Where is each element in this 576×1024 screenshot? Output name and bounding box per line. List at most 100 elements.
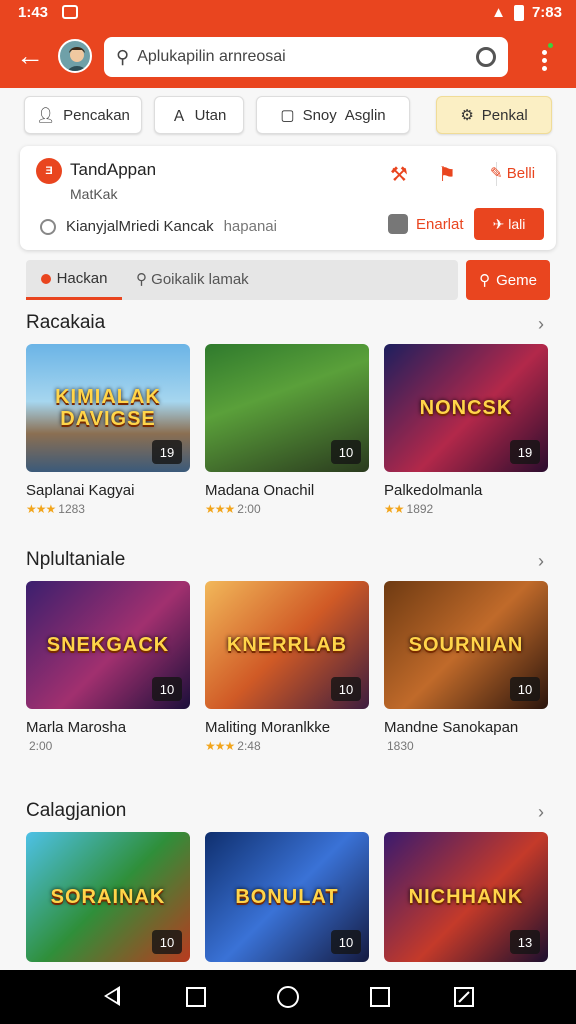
geme-label: Geme: [496, 271, 537, 289]
info-main: KianyjalMriedi Kancak: [66, 218, 214, 235]
avatar-face-icon: [67, 47, 87, 71]
enarlat-action[interactable]: Enarlat: [388, 214, 464, 234]
game-rating: ★★★ 2:00: [205, 502, 261, 516]
chip-pencakan[interactable]: 👤︎ Pencakan: [24, 96, 142, 134]
geme-button[interactable]: ⚲ Geme: [466, 260, 550, 300]
game-name: Marla Marosha: [26, 719, 127, 736]
info-muted: hapanai: [223, 218, 277, 235]
tab-hackan[interactable]: Hackan: [26, 260, 122, 300]
game-tile[interactable]: SORAINAK 10: [26, 832, 190, 962]
rating-value: 1283: [58, 502, 85, 516]
game-tile[interactable]: SNEKGACK 10: [26, 581, 190, 709]
chip-label: Penkal: [481, 106, 528, 124]
status-time-right: 7:83: [531, 4, 562, 21]
lali-label: lali: [508, 216, 526, 232]
rating-value: 1892: [406, 502, 434, 516]
avatar[interactable]: [58, 39, 92, 73]
tab-label: Hackan: [56, 270, 108, 287]
home-icon[interactable]: [277, 986, 299, 1008]
search-icon: ⚲: [116, 46, 130, 67]
app-subtitle: MatKak: [70, 186, 118, 202]
enarlat-label: Enarlat: [416, 215, 464, 233]
pin-icon: [40, 273, 51, 284]
game-badge: 10: [331, 440, 361, 464]
game-tile[interactable]: NONCSK 19: [384, 344, 548, 472]
game-badge: 10: [331, 930, 361, 954]
recents-icon[interactable]: [186, 987, 206, 1007]
box-icon: ▢: [280, 107, 295, 124]
game-tile[interactable]: BONULAT 10: [205, 832, 369, 962]
game-tile[interactable]: 10: [205, 344, 369, 472]
game-name: Palkedolmanla: [384, 482, 483, 499]
rating-value: 2:00: [237, 502, 261, 516]
game-rating: ★★ 1892: [384, 502, 433, 516]
game-tile[interactable]: KIMIALAK DAVIGSE 19: [26, 344, 190, 472]
game-badge: 10: [152, 930, 182, 954]
filter-search-input[interactable]: ⚲ Goikalik lamak: [136, 270, 249, 288]
chip-penkal[interactable]: ⚙ Penkal: [436, 96, 552, 134]
app-card: Ǝ TandAppan MatKak ⚒ ⚑ ✎ Belli KianyjalM…: [20, 146, 556, 250]
action-belli[interactable]: ✎ Belli: [490, 164, 535, 182]
section-title: Nplultaniale: [26, 549, 126, 570]
chevron-right-icon[interactable]: ›: [538, 314, 544, 335]
back-icon[interactable]: [104, 986, 120, 1006]
chip-extra: Asglin: [344, 106, 386, 124]
game-name: Maliting Moranlkke: [205, 719, 331, 736]
chevron-right-icon[interactable]: ›: [538, 551, 544, 572]
filter-placeholder: Goikalik lamak: [151, 271, 249, 288]
status-time-left: 1:43: [18, 4, 49, 21]
camera-icon[interactable]: [476, 47, 496, 67]
belli-label: Belli: [506, 165, 536, 182]
more-menu-icon[interactable]: [536, 42, 556, 72]
game-tile[interactable]: SOURNIAN 10: [384, 581, 548, 709]
text-icon: Ａ: [171, 107, 187, 125]
card-info-row: KianyjalMriedi Kancak hapanai: [40, 218, 277, 235]
chip-snoy[interactable]: ▢ Snoy Asglin: [256, 96, 410, 134]
game-badge: 19: [152, 440, 182, 464]
game-badge: 10: [510, 677, 540, 701]
chevron-right-icon[interactable]: ›: [538, 802, 544, 823]
status-right: ▲ 7:83: [491, 4, 562, 21]
game-name: Saplanai Kagyai: [26, 482, 135, 499]
game-name: Mandne Sanokapan: [384, 719, 519, 736]
game-badge: 10: [331, 677, 361, 701]
game-tile[interactable]: NICHHANK 13: [384, 832, 548, 962]
game-name: Madana Onachil: [205, 482, 315, 499]
battery-icon: [513, 4, 524, 21]
lock-icon: [388, 214, 408, 234]
section-title: Calagjanion: [26, 800, 127, 821]
app-logo-icon: Ǝ: [36, 158, 62, 184]
search-bar[interactable]: ⚲ Aplukapilin arnreosai: [104, 37, 508, 77]
gear-icon: ⚙: [460, 107, 474, 124]
back-arrow-icon[interactable]: ←: [16, 42, 46, 72]
section-title: Racakaia: [26, 312, 106, 333]
system-nav-bar: [0, 970, 576, 1024]
star-icons: ★★: [384, 502, 404, 516]
game-tile[interactable]: KNERRLAB 10: [205, 581, 369, 709]
chip-label: Utan: [194, 106, 227, 124]
rating-value: 2:48: [237, 739, 261, 753]
game-rating: ★★★ 1283: [26, 502, 85, 516]
rating-value: 1830: [387, 739, 414, 753]
game-badge: 19: [510, 440, 540, 464]
rating-value: 2:00: [29, 739, 53, 753]
search-input[interactable]: Aplukapilin arnreosai: [137, 48, 476, 66]
app-title: TandAppan: [70, 160, 157, 179]
pencil-icon: [458, 991, 470, 1003]
game-rating: ★★★ 2:48: [205, 739, 261, 753]
app-bar: ← ⚲ Aplukapilin arnreosai: [0, 34, 576, 80]
filter-bar[interactable]: Hackan ⚲ Goikalik lamak: [26, 260, 458, 300]
edit-icon[interactable]: [454, 987, 474, 1007]
person-icon: 👤︎: [36, 107, 56, 124]
overview-icon[interactable]: [370, 987, 390, 1007]
hammer-icon[interactable]: ⚒: [390, 162, 408, 187]
signal-icon: ▲: [491, 4, 506, 21]
lali-button[interactable]: ✈ lali: [474, 208, 544, 240]
chip-utan[interactable]: Ａ Utan: [154, 96, 244, 134]
flag-icon[interactable]: ⚑: [438, 162, 456, 187]
category-chips: 👤︎ Pencakan Ａ Utan ▢ Snoy Asglin ⚙ Penka…: [24, 96, 554, 136]
chip-label: Snoy: [302, 106, 337, 124]
star-icons: ★★★: [26, 502, 56, 516]
game-badge: 10: [152, 677, 182, 701]
chip-label: Pencakan: [63, 106, 130, 124]
